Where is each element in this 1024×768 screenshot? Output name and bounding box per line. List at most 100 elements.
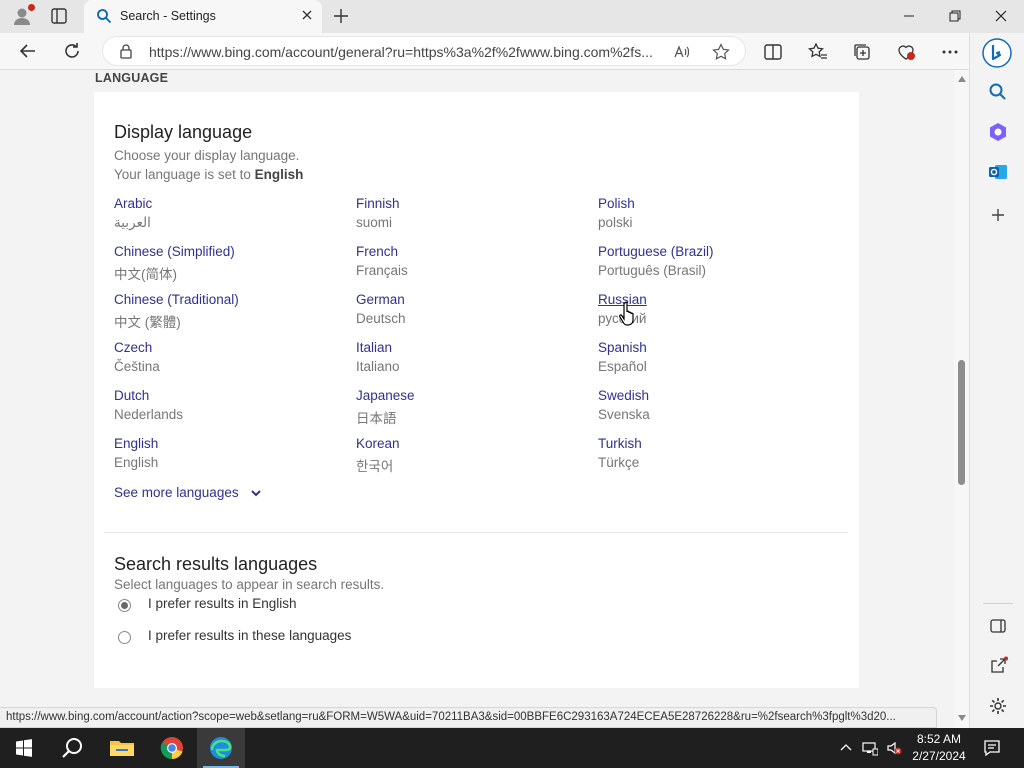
favorite-star-icon[interactable] <box>712 43 730 61</box>
language-option-russian[interactable]: Russian русский <box>598 292 828 330</box>
language-option-spanish[interactable]: Spanish Español <box>598 340 828 378</box>
read-aloud-icon[interactable] <box>673 43 691 61</box>
navigation-bar: https://www.bing.com/account/general?ru=… <box>0 33 1024 70</box>
radio-label-results-english[interactable]: I prefer results in English <box>148 596 297 611</box>
active-tab[interactable]: Search - Settings <box>84 0 322 33</box>
split-screen-icon[interactable] <box>763 42 783 62</box>
search-icon[interactable] <box>988 82 1008 102</box>
add-icon[interactable] <box>988 205 1008 225</box>
language-option-polish[interactable]: Polish polski <box>598 196 828 234</box>
language-option-turkish[interactable]: Turkish Türkçe <box>598 436 828 474</box>
language-native-name: 中文(简体) <box>114 267 177 282</box>
language-name[interactable]: Italian <box>356 340 586 359</box>
current-language-value: English <box>254 167 304 182</box>
language-name[interactable]: Spanish <box>598 340 828 359</box>
language-native-name: Italiano <box>356 359 400 374</box>
language-option-french[interactable]: French Français <box>356 244 586 282</box>
language-option-german[interactable]: German Deutsch <box>356 292 586 330</box>
display-language-subtitle: Choose your display language. <box>114 148 300 163</box>
edge-icon[interactable] <box>197 728 245 768</box>
language-option-chinese-traditional[interactable]: Chinese (Traditional) 中文 (繁體) <box>114 292 344 330</box>
see-more-languages-link[interactable]: See more languages <box>114 485 262 501</box>
hide-sidebar-icon[interactable] <box>988 616 1008 636</box>
minimize-icon[interactable] <box>898 6 920 26</box>
language-option-finnish[interactable]: Finnish suomi <box>356 196 586 234</box>
search-icon <box>96 8 112 24</box>
language-name[interactable]: Arabic <box>114 196 344 215</box>
language-option-swedish[interactable]: Swedish Svenska <box>598 388 828 426</box>
language-option-chinese-simplified[interactable]: Chinese (Simplified) 中文(简体) <box>114 244 344 282</box>
new-tab-icon[interactable] <box>332 7 350 25</box>
language-option-dutch[interactable]: Dutch Nederlands <box>114 388 344 426</box>
close-tab-icon[interactable] <box>300 8 314 22</box>
browser-essentials-icon[interactable] <box>896 42 916 62</box>
notifications-icon[interactable] <box>982 738 1002 758</box>
language-name[interactable]: Chinese (Traditional) <box>114 292 344 311</box>
language-native-name: العربية <box>114 215 151 230</box>
link-status-bar: https://www.bing.com/account/action?scop… <box>0 707 937 728</box>
gear-icon[interactable] <box>988 696 1008 716</box>
volume-muted-icon[interactable] <box>886 740 902 756</box>
scrollbar-thumb[interactable] <box>958 360 965 485</box>
outlook-icon[interactable] <box>988 162 1008 182</box>
section-heading: LANGUAGE <box>95 71 169 85</box>
current-language-prefix: Your language is set to <box>114 167 251 182</box>
file-explorer-icon[interactable] <box>98 728 146 768</box>
language-option-english[interactable]: English English <box>114 436 344 474</box>
lock-icon[interactable] <box>119 44 133 59</box>
taskbar-clock[interactable]: 8:52 AM 2/27/2024 <box>904 731 974 765</box>
language-name[interactable]: German <box>356 292 586 311</box>
language-name[interactable]: Dutch <box>114 388 344 407</box>
taskbar-search-icon[interactable] <box>48 728 96 768</box>
vertical-scrollbar[interactable] <box>954 70 969 728</box>
language-name[interactable]: Portuguese (Brazil) <box>598 244 828 263</box>
language-name[interactable]: Swedish <box>598 388 828 407</box>
tab-title: Search - Settings <box>120 9 216 23</box>
edge-sidebar <box>969 33 1024 728</box>
close-window-icon[interactable] <box>990 6 1012 26</box>
language-option-portuguese-brazil[interactable]: Portuguese (Brazil) Português (Brasil) <box>598 244 828 282</box>
language-name[interactable]: French <box>356 244 586 263</box>
address-bar[interactable]: https://www.bing.com/account/general?ru=… <box>102 36 746 66</box>
radio-results-english[interactable] <box>118 599 131 612</box>
restore-icon[interactable] <box>944 6 966 26</box>
external-link-icon[interactable] <box>988 656 1008 676</box>
refresh-icon[interactable] <box>62 41 82 61</box>
network-icon[interactable] <box>862 740 879 756</box>
office-icon[interactable] <box>988 122 1008 142</box>
collections-icon[interactable] <box>852 42 872 62</box>
language-native-name: Français <box>356 263 408 278</box>
language-option-italian[interactable]: Italian Italiano <box>356 340 586 378</box>
chevron-down-icon[interactable] <box>250 486 262 501</box>
language-name[interactable]: Japanese <box>356 388 586 407</box>
language-option-czech[interactable]: Czech Čeština <box>114 340 344 378</box>
language-name[interactable]: Turkish <box>598 436 828 455</box>
language-name[interactable]: Czech <box>114 340 344 359</box>
show-hidden-icons-chevron-up-icon[interactable] <box>838 740 854 756</box>
radio-results-these-languages[interactable] <box>118 631 131 644</box>
language-name[interactable]: English <box>114 436 344 455</box>
language-name[interactable]: Chinese (Simplified) <box>114 244 344 263</box>
scroll-down-arrow-icon[interactable] <box>958 715 966 721</box>
language-name[interactable]: Polish <box>598 196 828 215</box>
tab-actions-icon[interactable] <box>50 7 70 25</box>
back-icon[interactable] <box>18 41 38 61</box>
language-name[interactable]: Finnish <box>356 196 586 215</box>
language-native-name: 日本語 <box>356 411 397 426</box>
language-option-arabic[interactable]: Arabic العربية <box>114 196 344 234</box>
language-native-name: Nederlands <box>114 407 184 422</box>
scroll-up-arrow-icon[interactable] <box>958 76 966 82</box>
language-option-korean[interactable]: Korean 한국어 <box>356 436 586 474</box>
url-text[interactable]: https://www.bing.com/account/general?ru=… <box>149 44 669 60</box>
radio-label-results-these-languages[interactable]: I prefer results in these languages <box>148 628 351 643</box>
language-option-japanese[interactable]: Japanese 日本語 <box>356 388 586 426</box>
favorites-icon[interactable] <box>808 42 828 62</box>
language-name[interactable]: Russian <box>598 292 828 311</box>
see-more-label[interactable]: See more languages <box>114 485 239 500</box>
language-name[interactable]: Korean <box>356 436 586 455</box>
copilot-icon[interactable] <box>982 38 1012 68</box>
chrome-icon[interactable] <box>148 728 196 768</box>
settings-more-icon[interactable] <box>940 42 960 62</box>
start-windows-icon[interactable] <box>0 728 48 768</box>
windows-taskbar: 8:52 AM 2/27/2024 <box>0 728 1024 768</box>
